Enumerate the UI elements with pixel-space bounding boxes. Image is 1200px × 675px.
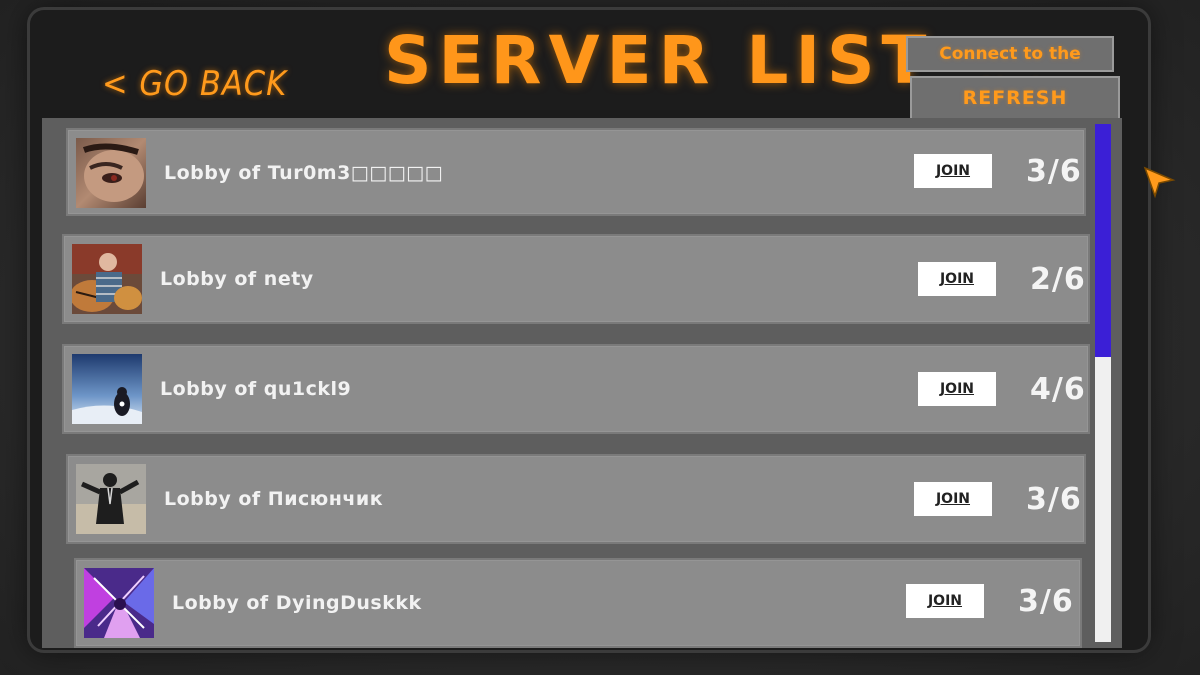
lobby-row: Lobby of Писюнчик JOIN 3/6 — [66, 454, 1086, 544]
lobby-name: Lobby of Писюнчик — [164, 488, 384, 510]
mouse-pointer-icon — [1143, 166, 1176, 199]
connect-to-friend-button[interactable]: Connect to the friend — [906, 36, 1114, 96]
lobby-row: Lobby of DyingDuskkk JOIN 3/6 — [74, 558, 1082, 648]
lobby-name: Lobby of nety — [160, 268, 314, 290]
blue-sky-figure-avatar-icon — [72, 354, 142, 424]
lobby-row: Lobby of nety JOIN 2/6 — [62, 234, 1090, 324]
man-with-tiger-avatar-icon — [72, 244, 142, 314]
player-count: 3/6 — [1018, 584, 1074, 619]
player-count: 2/6 — [1030, 262, 1086, 297]
refresh-lobbies-button[interactable]: REFRESH LOBBIES — [910, 76, 1120, 149]
purple-abstract-avatar-icon — [84, 568, 154, 638]
join-button[interactable]: JOIN — [906, 584, 984, 618]
lobby-row: Lobby of Tur0m3□□□□□ JOIN 3/6 — [66, 128, 1086, 216]
face-closeup-avatar-icon — [76, 138, 146, 208]
lobby-name: Lobby of Tur0m3□□□□□ — [164, 162, 444, 184]
lobby-list-scrollbar[interactable] — [1095, 124, 1111, 642]
join-button[interactable]: JOIN — [914, 154, 992, 188]
lobby-name: Lobby of DyingDuskkk — [172, 592, 422, 614]
suited-man-avatar-icon — [76, 464, 146, 534]
join-button[interactable]: JOIN — [914, 482, 992, 516]
join-button[interactable]: JOIN — [918, 262, 996, 296]
join-button[interactable]: JOIN — [918, 372, 996, 406]
lobby-list: Lobby of Tur0m3□□□□□ JOIN 3/6 Lobby of n… — [42, 118, 1122, 648]
go-back-button[interactable]: < GO BACK — [102, 64, 287, 104]
player-count: 3/6 — [1026, 482, 1082, 517]
lobby-row: Lobby of qu1ckl9 JOIN 4/6 — [62, 344, 1090, 434]
lobby-name: Lobby of qu1ckl9 — [160, 378, 352, 400]
player-count: 4/6 — [1030, 372, 1086, 407]
page-title: SERVER LIST — [384, 22, 934, 99]
game-scene: < GO BACK SERVER LIST Connect to the fri… — [0, 0, 1200, 675]
player-count: 3/6 — [1026, 154, 1082, 189]
scrollbar-thumb[interactable] — [1095, 124, 1111, 357]
